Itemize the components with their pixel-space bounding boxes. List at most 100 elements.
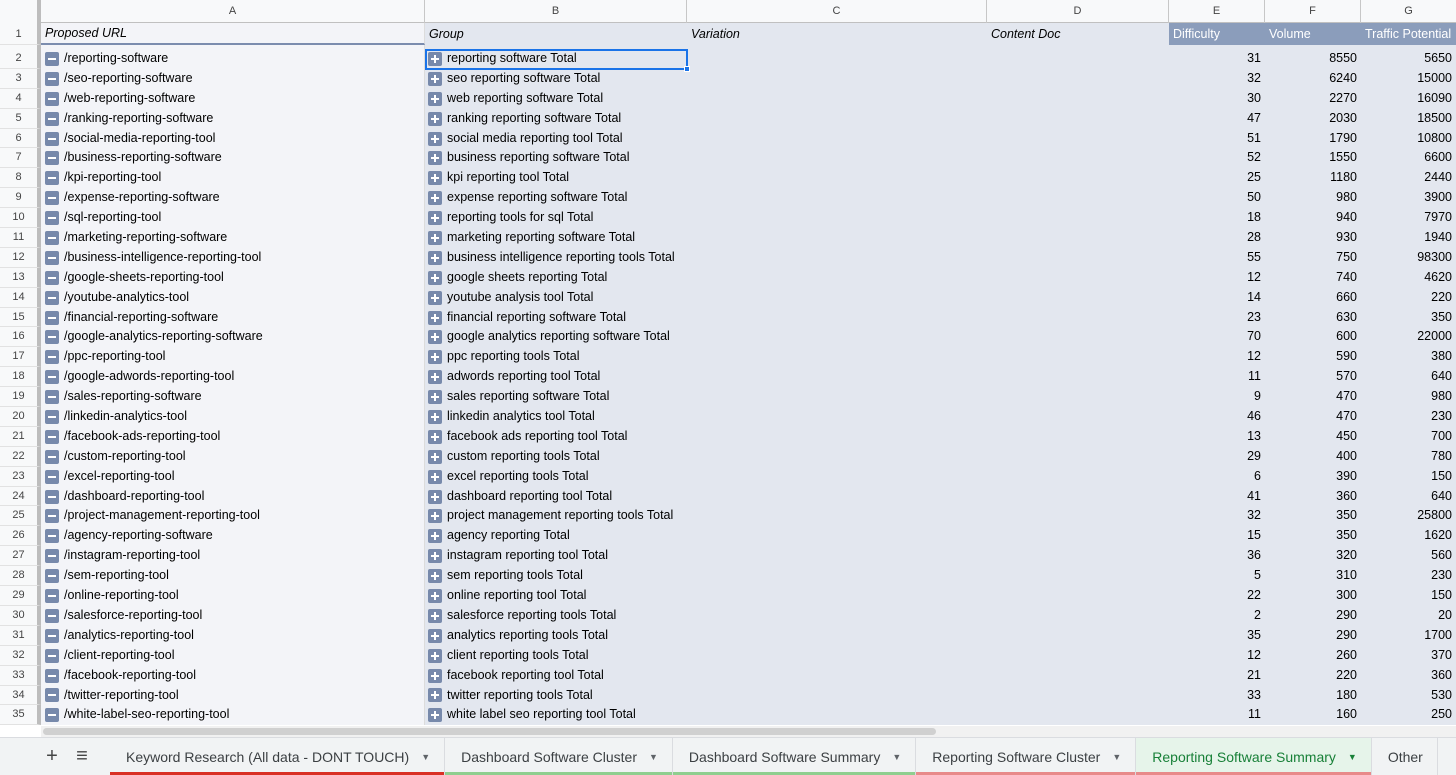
content-doc-cell[interactable] <box>987 526 1169 547</box>
minus-icon[interactable] <box>45 648 59 663</box>
traffic-potential-cell[interactable]: 700 <box>1361 426 1456 447</box>
header-variation[interactable]: Variation <box>687 23 987 45</box>
row-number[interactable]: 23 <box>0 466 41 487</box>
content-doc-cell[interactable] <box>987 347 1169 368</box>
variation-cell[interactable] <box>687 267 987 288</box>
group-cell[interactable]: twitter reporting tools Total <box>425 685 687 706</box>
plus-icon[interactable] <box>428 310 442 325</box>
row-number[interactable]: 12 <box>0 247 41 268</box>
variation-cell[interactable] <box>687 526 987 547</box>
column-header-c[interactable]: C <box>687 0 987 23</box>
group-cell[interactable]: sales reporting software Total <box>425 387 687 408</box>
minus-icon[interactable] <box>45 191 59 206</box>
content-doc-cell[interactable] <box>987 287 1169 308</box>
variation-cell[interactable] <box>687 367 987 388</box>
row-number[interactable]: 20 <box>0 407 41 427</box>
difficulty-cell[interactable]: 41 <box>1169 486 1265 507</box>
volume-cell[interactable]: 320 <box>1265 546 1361 567</box>
content-doc-cell[interactable] <box>987 645 1169 666</box>
content-doc-cell[interactable] <box>987 367 1169 388</box>
variation-cell[interactable] <box>687 208 987 229</box>
traffic-potential-cell[interactable]: 15000 <box>1361 68 1456 89</box>
row-number[interactable]: 2 <box>0 49 41 69</box>
row-number[interactable]: 22 <box>0 446 41 467</box>
variation-cell[interactable] <box>687 247 987 268</box>
column-header-g[interactable]: G <box>1361 0 1456 23</box>
proposed-url-cell[interactable]: /sales-reporting-software <box>41 387 425 408</box>
minus-icon[interactable] <box>45 250 59 265</box>
header-volume[interactable]: Volume <box>1265 23 1361 45</box>
traffic-potential-cell[interactable]: 370 <box>1361 645 1456 666</box>
group-cell[interactable]: linkedin analytics tool Total <box>425 407 687 427</box>
proposed-url-cell[interactable]: /online-reporting-tool <box>41 586 425 606</box>
traffic-potential-cell[interactable]: 150 <box>1361 466 1456 487</box>
proposed-url-cell[interactable]: /google-adwords-reporting-tool <box>41 367 425 388</box>
minus-icon[interactable] <box>45 171 59 186</box>
difficulty-cell[interactable]: 2 <box>1169 605 1265 626</box>
plus-icon[interactable] <box>428 131 442 146</box>
difficulty-cell[interactable]: 35 <box>1169 625 1265 646</box>
content-doc-cell[interactable] <box>987 49 1169 69</box>
volume-cell[interactable]: 590 <box>1265 347 1361 368</box>
minus-icon[interactable] <box>45 211 59 226</box>
variation-cell[interactable] <box>687 506 987 527</box>
variation-cell[interactable] <box>687 68 987 89</box>
volume-cell[interactable]: 350 <box>1265 526 1361 547</box>
volume-cell[interactable]: 360 <box>1265 486 1361 507</box>
volume-cell[interactable]: 2270 <box>1265 88 1361 109</box>
minus-icon[interactable] <box>45 330 59 345</box>
volume-cell[interactable]: 180 <box>1265 685 1361 706</box>
difficulty-cell[interactable]: 36 <box>1169 546 1265 567</box>
content-doc-cell[interactable] <box>987 188 1169 209</box>
plus-icon[interactable] <box>428 509 442 524</box>
content-doc-cell[interactable] <box>987 625 1169 646</box>
content-doc-cell[interactable] <box>987 108 1169 129</box>
variation-cell[interactable] <box>687 546 987 567</box>
volume-cell[interactable]: 600 <box>1265 327 1361 348</box>
variation-cell[interactable] <box>687 645 987 666</box>
plus-icon[interactable] <box>428 191 442 206</box>
minus-icon[interactable] <box>45 310 59 325</box>
traffic-potential-cell[interactable]: 530 <box>1361 685 1456 706</box>
variation-cell[interactable] <box>687 128 987 149</box>
volume-cell[interactable]: 350 <box>1265 506 1361 527</box>
minus-icon[interactable] <box>45 230 59 245</box>
volume-cell[interactable]: 980 <box>1265 188 1361 209</box>
header-difficulty[interactable]: Difficulty <box>1169 23 1265 45</box>
variation-cell[interactable] <box>687 88 987 109</box>
minus-icon[interactable] <box>45 370 59 385</box>
minus-icon[interactable] <box>45 608 59 623</box>
header-traffic-potential[interactable]: Traffic Potential <box>1361 23 1456 45</box>
variation-cell[interactable] <box>687 466 987 487</box>
group-cell[interactable]: white label seo reporting tool Total <box>425 705 687 726</box>
plus-icon[interactable] <box>428 171 442 186</box>
group-cell[interactable]: youtube analysis tool Total <box>425 287 687 308</box>
proposed-url-cell[interactable]: /expense-reporting-software <box>41 188 425 209</box>
group-cell[interactable]: marketing reporting software Total <box>425 228 687 248</box>
variation-cell[interactable] <box>687 566 987 587</box>
plus-icon[interactable] <box>428 409 442 424</box>
proposed-url-cell[interactable]: /excel-reporting-tool <box>41 466 425 487</box>
proposed-url-cell[interactable]: /business-reporting-software <box>41 148 425 169</box>
difficulty-cell[interactable]: 28 <box>1169 228 1265 248</box>
horizontal-scrollbar[interactable] <box>41 726 1456 737</box>
proposed-url-cell[interactable]: /custom-reporting-tool <box>41 446 425 467</box>
traffic-potential-cell[interactable]: 150 <box>1361 586 1456 606</box>
minus-icon[interactable] <box>45 449 59 464</box>
proposed-url-cell[interactable]: /financial-reporting-software <box>41 307 425 328</box>
variation-cell[interactable] <box>687 307 987 328</box>
content-doc-cell[interactable] <box>987 307 1169 328</box>
proposed-url-cell[interactable]: /agency-reporting-software <box>41 526 425 547</box>
volume-cell[interactable]: 740 <box>1265 267 1361 288</box>
minus-icon[interactable] <box>45 390 59 405</box>
row-number[interactable]: 25 <box>0 506 41 527</box>
minus-icon[interactable] <box>45 429 59 444</box>
volume-cell[interactable]: 390 <box>1265 466 1361 487</box>
volume-cell[interactable]: 6240 <box>1265 68 1361 89</box>
row-number[interactable]: 21 <box>0 426 41 447</box>
variation-cell[interactable] <box>687 625 987 646</box>
difficulty-cell[interactable]: 29 <box>1169 446 1265 467</box>
difficulty-cell[interactable]: 46 <box>1169 407 1265 427</box>
traffic-potential-cell[interactable]: 98300 <box>1361 247 1456 268</box>
row-number[interactable]: 8 <box>0 168 41 189</box>
